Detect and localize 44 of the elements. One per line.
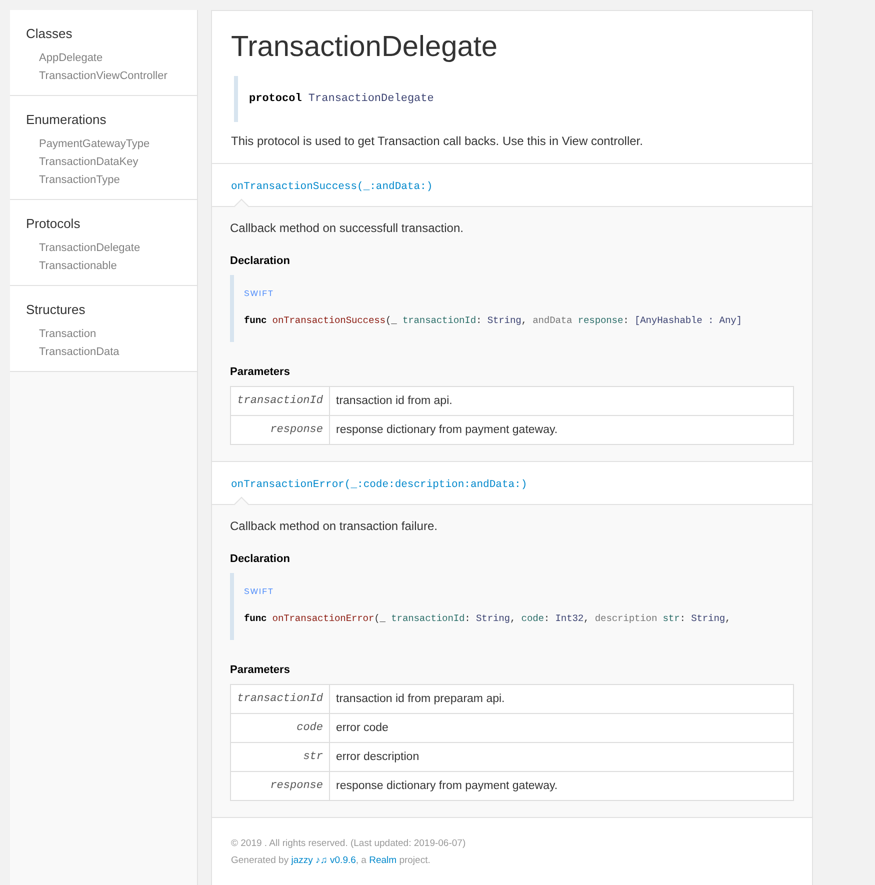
parameter-description: transaction id from api. — [330, 386, 794, 416]
section-heading: Parameters — [230, 366, 290, 378]
nav-link[interactable]: TransactionData — [26, 343, 120, 361]
generated-by-text: Generated by jazzy ♪♫ v0.9.6, a Realm project. — [231, 855, 430, 866]
nav-link[interactable]: TransactionDataKey — [26, 153, 138, 171]
parameter-description: error description — [330, 742, 794, 772]
language-label: SWIFT — [244, 289, 274, 298]
parameter-name: transactionId — [230, 386, 330, 416]
parameter-name: transactionId — [230, 684, 330, 714]
section-heading: Parameters — [230, 664, 290, 676]
language-label: SWIFT — [244, 587, 274, 596]
parameter-description: transaction id from preparam api. — [330, 684, 794, 714]
method-description: Callback method on successfull transaction. — [230, 221, 464, 235]
copyright-text: © 2019 . All rights reserved. (Last updated: 2019-06-07) — [231, 838, 466, 849]
code-line: func onTransactionError(_ transactionId: String, code: Int32, description str: String, — [244, 613, 731, 624]
parameter-name: str — [230, 742, 330, 772]
nav-section-title: Classes — [26, 26, 72, 41]
nav-link[interactable]: TransactionType — [26, 171, 120, 189]
nav-section-title: Structures — [26, 302, 86, 317]
method-link[interactable]: onTransactionSuccess(_:andData:) — [231, 181, 433, 193]
description-text: This protocol is used to get Transaction call backs. Use this in View controller. — [231, 134, 643, 148]
parameter-description: response dictionary from payment gateway. — [330, 772, 794, 800]
nav-link[interactable]: AppDelegate — [26, 49, 103, 67]
section-heading: Declaration — [230, 553, 290, 565]
parameter-description: response dictionary from payment gateway. — [330, 416, 794, 444]
declaration-block: protocol TransactionDelegate — [234, 76, 793, 122]
nav-link[interactable]: Transaction — [26, 325, 96, 343]
parameter-name: code — [230, 714, 330, 742]
nav-section-title: Protocols — [26, 216, 80, 231]
nav-section-title: Enumerations — [26, 112, 106, 127]
page-title: TransactionDelegate — [231, 31, 498, 64]
footer-link[interactable]: Realm — [369, 855, 397, 866]
parameter-name: response — [230, 416, 330, 444]
footer-link[interactable]: jazzy ♪♫ v0.9.6 — [291, 855, 356, 866]
parameter-description: error code — [330, 714, 794, 742]
code-line: func onTransactionSuccess(_ transactionId: String, andData response: [AnyHashable : Any] — [244, 315, 742, 326]
nav-link[interactable]: TransactionViewController — [26, 67, 168, 85]
nav-link[interactable]: TransactionDelegate — [26, 239, 140, 257]
method-description: Callback method on transaction failure. — [230, 519, 438, 533]
parameter-name: response — [230, 772, 330, 800]
section-heading: Declaration — [230, 255, 290, 267]
nav-link[interactable]: PaymentGatewayType — [26, 135, 150, 153]
method-link[interactable]: onTransactionError(_:code:description:andData:) — [231, 479, 528, 491]
nav-link[interactable]: Transactionable — [26, 257, 117, 275]
